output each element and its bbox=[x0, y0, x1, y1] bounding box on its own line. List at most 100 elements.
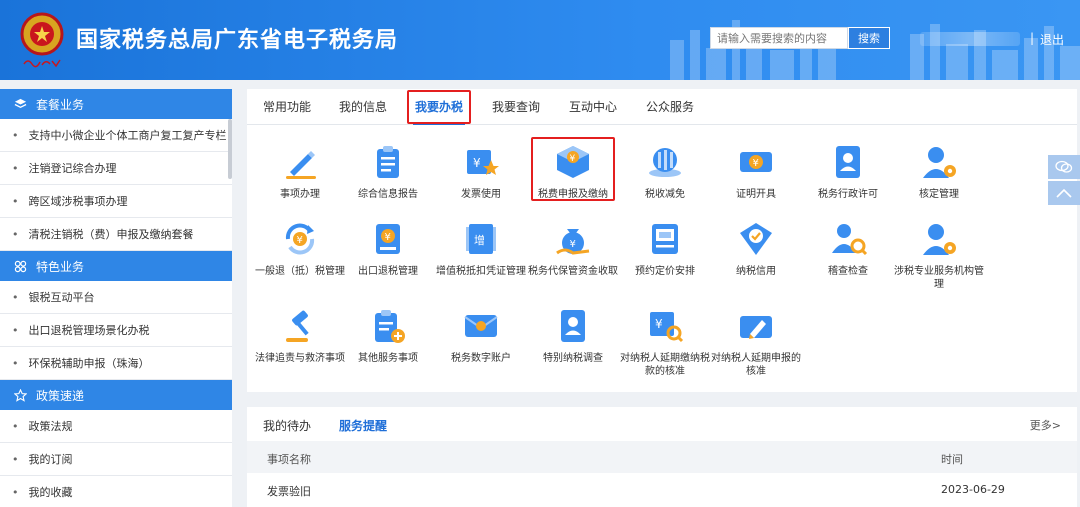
service-label: 对纳税人延期申报的核准 bbox=[711, 353, 801, 377]
bullet: • bbox=[12, 128, 19, 142]
service-3[interactable]: ¥ 发票使用 bbox=[436, 142, 526, 201]
service-label: 发票使用 bbox=[461, 189, 501, 200]
table-row[interactable]: 发票验旧 2023-06-29 bbox=[247, 473, 1077, 507]
service-8[interactable]: 核定管理 bbox=[894, 142, 984, 201]
row-item-name[interactable]: 发票验旧 bbox=[267, 483, 311, 499]
sidebar-group-special[interactable]: 特色业务 bbox=[0, 251, 232, 281]
tax-emblem-icon bbox=[20, 12, 64, 56]
sidebar-item-label: 我的收藏 bbox=[28, 486, 73, 499]
bullet: • bbox=[12, 356, 19, 370]
sidebar-group-title: 特色业务 bbox=[36, 259, 85, 274]
service-4[interactable]: ¥ 税费申报及缴纳 bbox=[528, 142, 618, 201]
clipboard-plus-icon bbox=[368, 306, 408, 346]
more-link[interactable]: 更多> bbox=[1030, 417, 1061, 433]
service-label: 一般退（抵）税管理 bbox=[255, 266, 345, 277]
yuan-search-icon: ¥ bbox=[645, 306, 685, 346]
sidebar-item[interactable]: • 我的收藏 bbox=[0, 476, 232, 507]
search-button[interactable]: 搜索 bbox=[848, 27, 890, 49]
service-7[interactable]: 税务行政许可 bbox=[803, 142, 893, 201]
coins-icon bbox=[645, 142, 685, 182]
service-label: 事项办理 bbox=[280, 189, 320, 200]
calligraphy-signature-icon bbox=[23, 59, 61, 68]
service-16[interactable]: 涉税专业服务机构管理 bbox=[894, 219, 984, 291]
tab-common[interactable]: 常用功能 bbox=[263, 98, 311, 115]
yuan-refresh-icon: ¥ bbox=[280, 219, 320, 259]
sidebar-group-title: 套餐业务 bbox=[36, 97, 85, 112]
service-11[interactable]: 增增值税抵扣凭证管理 bbox=[436, 219, 526, 278]
tab-interaction[interactable]: 互动中心 bbox=[569, 98, 617, 115]
pen-icon bbox=[280, 142, 320, 182]
sidebar-item-label: 注销登记综合办理 bbox=[28, 162, 117, 175]
logout-link[interactable]: 退出 bbox=[1040, 31, 1064, 48]
top-header: 国家税务总局广东省电子税务局 搜索 | 退出 bbox=[0, 0, 1080, 80]
service-21[interactable]: ¥ 对纳税人延期缴纳税款的核准 bbox=[620, 306, 710, 378]
sidebar-scrollbar[interactable] bbox=[228, 119, 232, 179]
sidebar-item-label: 政策法规 bbox=[28, 420, 73, 433]
chat-float-button[interactable] bbox=[1048, 155, 1080, 179]
service-5[interactable]: 税收减免 bbox=[620, 142, 710, 201]
bullet: • bbox=[12, 419, 19, 433]
row-item-time: 2023-06-29 bbox=[941, 483, 1005, 496]
sidebar-item[interactable]: • 出口退税管理场景化办税 bbox=[0, 314, 232, 347]
service-10[interactable]: ¥ 出口退税管理 bbox=[343, 219, 433, 278]
tab-bar: 常用功能 我的信息 我要办税 我要查询 互动中心 公众服务 bbox=[247, 89, 1077, 125]
services-panel: 常用功能 我的信息 我要办税 我要查询 互动中心 公众服务 事项办理 综合信息报告… bbox=[247, 89, 1077, 392]
service-label: 纳税信用 bbox=[736, 266, 776, 277]
service-13[interactable]: 预约定价安排 bbox=[620, 219, 710, 278]
bullet: • bbox=[12, 452, 19, 466]
gavel-icon bbox=[280, 306, 320, 346]
user-search-icon bbox=[828, 219, 868, 259]
service-18[interactable]: 其他服务事项 bbox=[343, 306, 433, 365]
bullet: • bbox=[12, 194, 19, 208]
table-header: 事项名称 时间 bbox=[247, 441, 1077, 473]
service-14[interactable]: 纳税信用 bbox=[711, 219, 801, 278]
svg-text:增: 增 bbox=[474, 233, 485, 247]
service-label: 证明开具 bbox=[736, 189, 776, 200]
service-15[interactable]: 稽查检查 bbox=[803, 219, 893, 278]
sidebar-group-packages[interactable]: 套餐业务 bbox=[0, 89, 232, 119]
service-label: 税费申报及缴纳 bbox=[538, 189, 608, 200]
bullet: • bbox=[12, 485, 19, 499]
tab-my-todo[interactable]: 我的待办 bbox=[263, 417, 311, 434]
tab-service-reminder[interactable]: 服务提醒 bbox=[339, 417, 387, 434]
service-9[interactable]: ¥ 一般退（抵）税管理 bbox=[255, 219, 345, 278]
service-label: 核定管理 bbox=[919, 189, 959, 200]
back-to-top-button[interactable] bbox=[1048, 181, 1080, 205]
service-2[interactable]: 综合信息报告 bbox=[343, 142, 433, 201]
service-label: 税收减免 bbox=[645, 189, 685, 200]
sidebar-group-policy[interactable]: 政策速递 bbox=[0, 380, 232, 410]
chat-icon bbox=[1055, 160, 1073, 173]
service-20[interactable]: 特别纳税调查 bbox=[528, 306, 618, 365]
bullet: • bbox=[12, 323, 19, 337]
mail-user-icon bbox=[461, 306, 501, 346]
service-12[interactable]: ¥ 税务代保管资金收取 bbox=[528, 219, 618, 278]
service-19[interactable]: 税务数字账户 bbox=[436, 306, 526, 365]
sidebar-item[interactable]: • 银税互动平台 bbox=[0, 281, 232, 314]
sidebar-item[interactable]: • 政策法规 bbox=[0, 410, 232, 443]
tab-query[interactable]: 我要查询 bbox=[492, 98, 540, 115]
yuan-box-icon: ¥ bbox=[553, 142, 593, 182]
service-label: 综合信息报告 bbox=[358, 189, 418, 200]
sidebar-item[interactable]: • 支持中小微企业个体工商户复工复产专栏 bbox=[0, 119, 232, 152]
user-gear-icon bbox=[919, 142, 959, 182]
service-22[interactable]: 对纳税人延期申报的核准 bbox=[711, 306, 801, 378]
service-1[interactable]: 事项办理 bbox=[255, 142, 345, 201]
service-17[interactable]: 法律追责与救济事项 bbox=[255, 306, 345, 365]
sidebar-group-title: 政策速递 bbox=[36, 388, 85, 403]
svg-text:¥: ¥ bbox=[753, 158, 759, 169]
service-6[interactable]: ¥ 证明开具 bbox=[711, 142, 801, 201]
sidebar-item[interactable]: • 我的订阅 bbox=[0, 443, 232, 476]
search-input[interactable] bbox=[710, 27, 848, 49]
tab-my-info[interactable]: 我的信息 bbox=[339, 98, 387, 115]
sidebar-item-label: 环保税辅助申报（珠海） bbox=[28, 357, 150, 370]
star-icon bbox=[12, 388, 28, 402]
tab-public[interactable]: 公众服务 bbox=[646, 98, 694, 115]
service-label: 法律追责与救济事项 bbox=[255, 353, 345, 364]
sidebar-item[interactable]: • 跨区域涉税事项办理 bbox=[0, 185, 232, 218]
header-separator: | bbox=[1030, 31, 1035, 45]
sidebar-item[interactable]: • 环保税辅助申报（珠海） bbox=[0, 347, 232, 380]
user-gear-icon bbox=[919, 219, 959, 259]
sidebar-item[interactable]: • 清税注销税（费）申报及缴纳套餐 bbox=[0, 218, 232, 251]
document-icon bbox=[645, 219, 685, 259]
sidebar-item[interactable]: • 注销登记综合办理 bbox=[0, 152, 232, 185]
